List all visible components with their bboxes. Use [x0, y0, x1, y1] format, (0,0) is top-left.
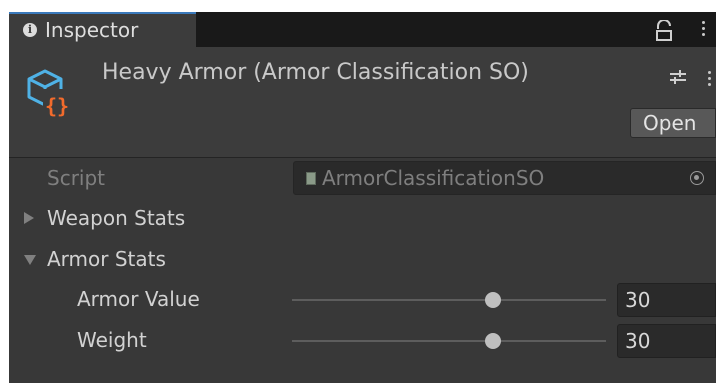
inspector-body: Script ArmorClassificationSO Weapon Stat… — [9, 158, 716, 383]
weight-slider-thumb[interactable] — [484, 333, 501, 349]
armor-value-label: Armor Value — [77, 287, 200, 311]
lock-icon[interactable] — [654, 20, 674, 42]
scriptable-object-icon: {} — [27, 69, 71, 117]
asset-header: {} Heavy Armor (Armor Classification SO)… — [9, 47, 716, 158]
script-label: Script — [47, 166, 106, 190]
inspector-panel: i Inspector {} Heavy Armor (Armor Classi… — [9, 12, 716, 383]
open-button[interactable]: Open — [630, 108, 716, 138]
armor-stats-label: Armor Stats — [47, 247, 166, 271]
script-row: Script ArmorClassificationSO — [9, 158, 716, 198]
weapon-stats-label: Weapon Stats — [47, 206, 186, 230]
armor-stats-foldout[interactable]: Armor Stats — [9, 239, 716, 279]
info-icon: i — [23, 23, 37, 37]
armor-value-input[interactable]: 30 — [617, 283, 716, 317]
tab-active-indicator — [9, 12, 196, 14]
weight-row: Weight 30 — [9, 320, 716, 360]
asset-title: Heavy Armor (Armor Classification SO) — [102, 60, 529, 85]
tab-inspector[interactable]: i Inspector — [9, 12, 196, 47]
expanded-arrow-icon[interactable] — [24, 255, 36, 265]
tab-bar: i Inspector — [9, 12, 716, 47]
inspector-window: i Inspector {} Heavy Armor (Armor Classi… — [0, 0, 716, 383]
weight-input[interactable]: 30 — [617, 324, 716, 358]
script-object-field[interactable]: ArmorClassificationSO — [293, 161, 716, 195]
armor-value-slider-track[interactable] — [292, 299, 606, 301]
kebab-menu-icon[interactable] — [700, 21, 706, 39]
collapsed-arrow-icon[interactable] — [24, 212, 34, 224]
script-file-icon — [306, 172, 316, 185]
object-picker-icon[interactable] — [690, 171, 704, 185]
weight-slider-track[interactable] — [292, 340, 606, 342]
armor-value-slider-thumb[interactable] — [484, 292, 501, 308]
script-value: ArmorClassificationSO — [322, 166, 545, 190]
armor-value-row: Armor Value 30 — [9, 279, 716, 319]
tab-label: Inspector — [45, 18, 139, 42]
svg-text:{}: {} — [45, 94, 69, 117]
preset-settings-icon[interactable] — [669, 69, 687, 85]
weight-label: Weight — [77, 328, 147, 352]
weapon-stats-foldout[interactable]: Weapon Stats — [9, 198, 716, 238]
header-kebab-menu-icon[interactable] — [706, 71, 712, 89]
